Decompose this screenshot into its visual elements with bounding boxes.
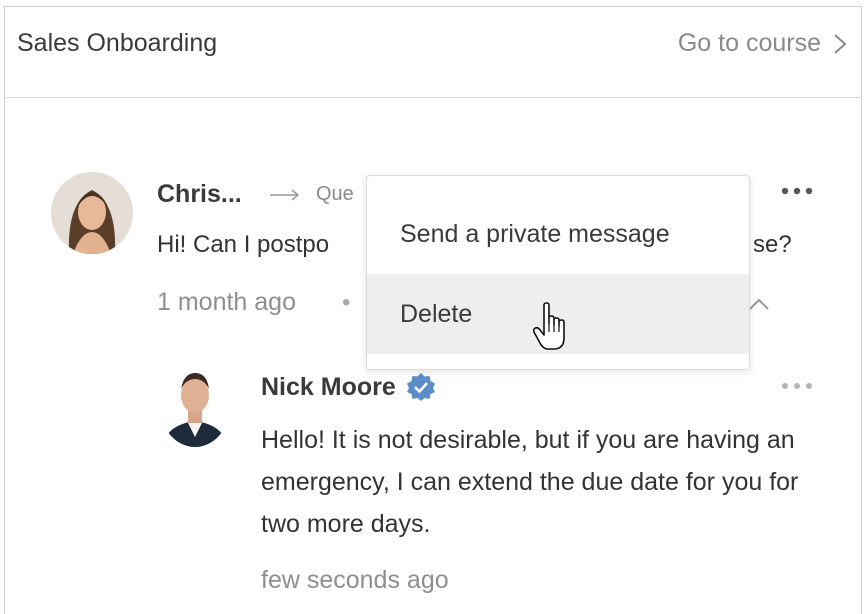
reply-timestamp: few seconds ago: [261, 566, 449, 594]
go-to-course-label: Go to course: [677, 29, 821, 57]
panel-header: Sales Onboarding Go to course: [5, 7, 861, 98]
reply-text: Hello! It is not desirable, but if you a…: [261, 426, 799, 538]
avatar[interactable]: [160, 365, 230, 447]
comment-timestamp: 1 month ago: [157, 288, 296, 316]
menu-item-send-private-message[interactable]: Send a private message: [367, 194, 749, 274]
comment-text: Hi! Can I postpo: [157, 231, 330, 258]
arrow-right-icon: [270, 189, 300, 201]
go-to-course-link[interactable]: Go to course: [678, 29, 847, 58]
comment-target[interactable]: Que: [316, 183, 354, 206]
chevron-right-icon: [834, 33, 847, 54]
more-horizontal-icon[interactable]: [780, 186, 814, 196]
more-horizontal-icon[interactable]: [780, 381, 814, 391]
avatar-photo: [160, 365, 230, 447]
verified-badge-icon: [406, 373, 435, 401]
chevron-up-icon[interactable]: [748, 297, 770, 311]
comment-author[interactable]: Chris...: [157, 180, 242, 209]
avatar[interactable]: [51, 172, 133, 254]
avatar-photo: [51, 172, 133, 254]
hand-pointer-cursor-icon: [532, 302, 565, 350]
course-title: Sales Onboarding: [17, 29, 218, 57]
reply-author-row: Nick Moore: [261, 372, 436, 402]
meta-separator: •: [342, 289, 351, 316]
comment-text-end: se?: [753, 231, 792, 258]
reply-author[interactable]: Nick Moore: [261, 373, 396, 402]
